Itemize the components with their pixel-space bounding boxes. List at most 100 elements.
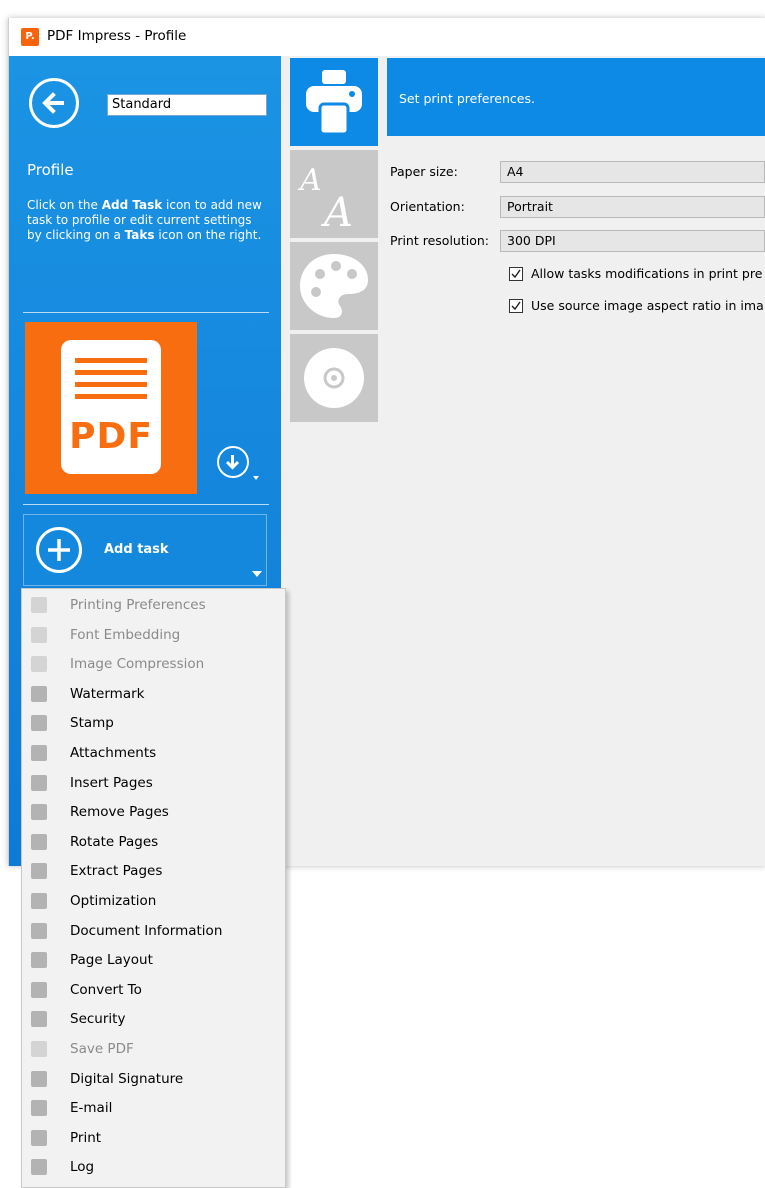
- allow-modifications-label: Allow tasks modifications in print pre: [531, 266, 763, 281]
- menu-item-convert-to[interactable]: Convert To: [22, 976, 285, 1006]
- output-format-tile[interactable]: PDF: [25, 322, 197, 494]
- help-text-bold: Taks: [124, 228, 155, 242]
- menu-item-label: Page Layout: [70, 952, 153, 969]
- window-title: PDF Impress - Profile: [47, 28, 187, 44]
- menu-item-optimization[interactable]: Optimization: [22, 887, 285, 917]
- menu-item-label: Attachments: [70, 745, 157, 761]
- doc-line: [75, 358, 147, 363]
- menu-item-label: Remove Pages: [70, 804, 169, 821]
- optimization-icon: [31, 893, 47, 909]
- menu-item-label: Stamp: [70, 715, 114, 732]
- source-aspect-ratio-label: Use source image aspect ratio in ima: [531, 298, 764, 313]
- print-resolution-label: Print resolution:: [390, 233, 489, 248]
- arrow-down-icon: [225, 455, 240, 470]
- menu-item-attachments[interactable]: Attachments: [22, 739, 285, 769]
- menu-item-image-compression[interactable]: Image Compression: [22, 650, 285, 680]
- menu-item-label: Save PDF: [70, 1041, 134, 1057]
- printer-icon: [31, 1129, 47, 1146]
- menu-item-label: Image Compression: [70, 656, 205, 673]
- rotate-pages-icon: [31, 833, 47, 850]
- menu-item-label: Font Embedding: [70, 626, 181, 643]
- insert-pages-icon: [31, 774, 47, 791]
- paper-size-select[interactable]: A4: [500, 161, 765, 183]
- lock-icon: [31, 1011, 47, 1028]
- paperclip-icon: [31, 745, 47, 761]
- log-icon: [31, 1159, 47, 1176]
- paper-size-label: Paper size:: [390, 164, 458, 179]
- menu-item-label: Insert Pages: [70, 774, 153, 791]
- doc-line: [75, 382, 147, 387]
- printer-icon: [306, 70, 362, 136]
- output-format-label: PDF: [69, 416, 153, 457]
- menu-item-label: Log: [70, 1159, 95, 1176]
- menu-item-label: Print: [70, 1129, 102, 1146]
- menu-item-document-information[interactable]: Document Information: [22, 917, 285, 947]
- menu-item-label: E-mail: [70, 1100, 113, 1117]
- doc-line: [75, 394, 147, 399]
- menu-item-page-layout[interactable]: Page Layout: [22, 946, 285, 976]
- help-text-part: Click on the: [27, 198, 102, 212]
- page-layout-icon: [31, 952, 47, 969]
- menu-item-label: Printing Preferences: [70, 597, 206, 613]
- font-icon: A A: [297, 163, 353, 236]
- caret-down-icon: [252, 571, 262, 577]
- info-icon: [31, 922, 47, 939]
- orientation-select[interactable]: Portrait: [500, 196, 765, 218]
- profile-help-text: Click on the Add Task icon to add new ta…: [27, 198, 263, 243]
- menu-item-stamp[interactable]: Stamp: [22, 709, 285, 739]
- format-dropdown-button[interactable]: [217, 446, 249, 478]
- app-logo-icon: P.: [21, 28, 39, 46]
- task-header: Set print preferences.: [387, 58, 765, 136]
- arrow-left-icon: [42, 92, 64, 114]
- divider: [23, 504, 269, 505]
- add-task-menu: Printing Preferences Font Embedding Imag…: [21, 588, 286, 1188]
- print-resolution-select[interactable]: 300 DPI: [500, 230, 765, 252]
- svg-text:A: A: [297, 163, 322, 198]
- task-image-compression[interactable]: [290, 242, 378, 330]
- disc-icon: [304, 348, 364, 408]
- task-font-embedding[interactable]: A A: [290, 150, 378, 238]
- menu-item-label: Rotate Pages: [70, 833, 159, 850]
- menu-item-font-embedding[interactable]: Font Embedding: [22, 621, 285, 651]
- task-save-pdf[interactable]: [290, 334, 378, 422]
- palette-icon: [300, 254, 368, 318]
- menu-item-save-pdf[interactable]: Save PDF: [22, 1035, 285, 1065]
- help-text-part: icon on the right.: [154, 228, 262, 242]
- menu-item-print[interactable]: Print: [22, 1124, 285, 1154]
- watermark-icon: [31, 685, 47, 702]
- menu-item-log[interactable]: Log: [22, 1153, 285, 1183]
- palette-icon: [31, 656, 47, 673]
- convert-icon: [31, 981, 47, 998]
- menu-item-extract-pages[interactable]: Extract Pages: [22, 857, 285, 887]
- svg-text:A: A: [320, 190, 353, 236]
- profile-name-field[interactable]: Standard: [107, 94, 267, 116]
- source-aspect-ratio-checkbox[interactable]: [509, 299, 523, 313]
- orientation-label: Orientation:: [390, 199, 465, 214]
- menu-item-rotate-pages[interactable]: Rotate Pages: [22, 828, 285, 858]
- menu-item-label: Security: [70, 1011, 126, 1028]
- disc-icon: [31, 1041, 47, 1057]
- task-description: Set print preferences.: [399, 91, 535, 106]
- help-text-bold: Add Task: [101, 198, 163, 212]
- signature-icon: [31, 1070, 47, 1087]
- pdf-document-icon: PDF: [61, 340, 161, 474]
- menu-item-remove-pages[interactable]: Remove Pages: [22, 798, 285, 828]
- title-bar: P. PDF Impress - Profile: [9, 18, 765, 56]
- menu-item-email[interactable]: E-mail: [22, 1094, 285, 1124]
- checkmark-icon: [511, 301, 521, 311]
- back-button[interactable]: [29, 78, 79, 128]
- profile-heading: Profile: [27, 161, 74, 179]
- menu-item-insert-pages[interactable]: Insert Pages: [22, 769, 285, 799]
- menu-item-security[interactable]: Security: [22, 1005, 285, 1035]
- menu-item-watermark[interactable]: Watermark: [22, 680, 285, 710]
- add-task-button[interactable]: Add task: [23, 514, 267, 586]
- menu-item-label: Extract Pages: [70, 863, 163, 880]
- allow-modifications-checkbox[interactable]: [509, 267, 523, 281]
- task-printing-preferences[interactable]: [290, 58, 378, 146]
- menu-item-digital-signature[interactable]: Digital Signature: [22, 1065, 285, 1095]
- menu-item-label: Optimization: [70, 893, 157, 909]
- menu-item-label: Watermark: [70, 685, 145, 702]
- plus-icon: [36, 527, 82, 573]
- menu-item-printing-preferences[interactable]: Printing Preferences: [22, 591, 285, 621]
- menu-item-label: Document Information: [70, 922, 223, 939]
